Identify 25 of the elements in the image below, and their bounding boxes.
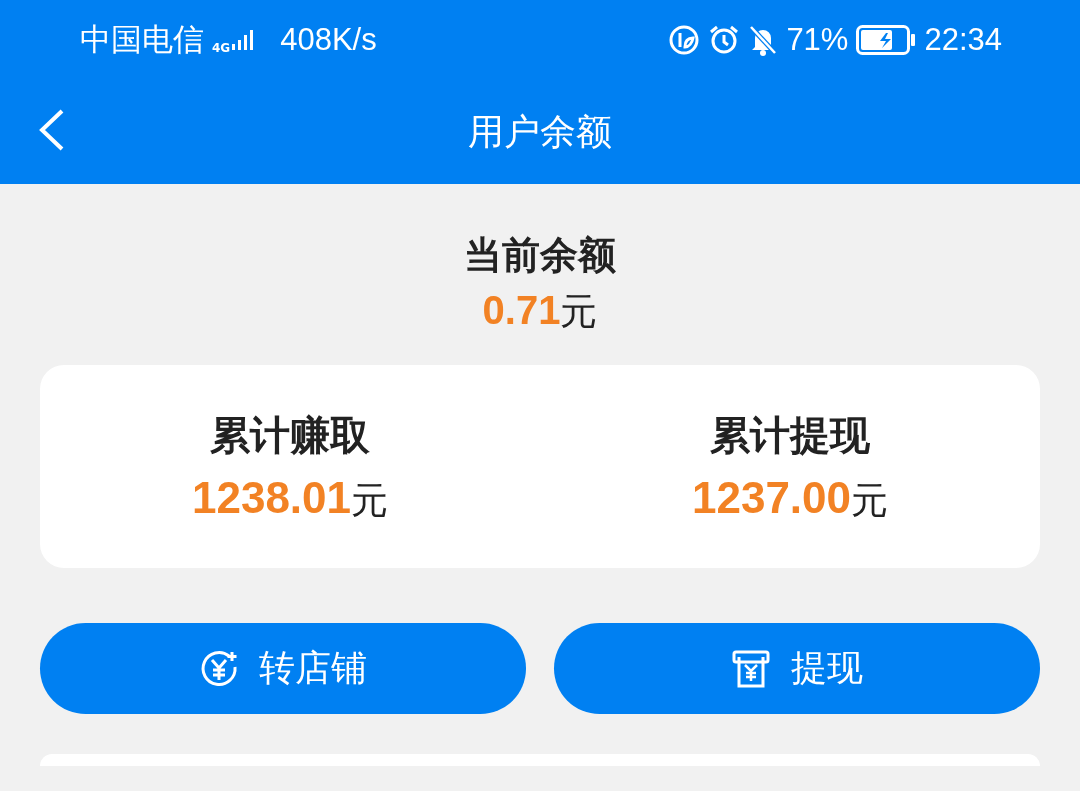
page-title: 用户余额 [468,109,612,154]
back-button[interactable] [38,108,66,152]
transfer-button[interactable]: 转店铺 [40,623,526,714]
stat-label: 累计赚取 [210,410,370,460]
stat-label: 累计提现 [710,410,870,460]
currency-unit: 元 [851,477,889,524]
network-speed: 408K/s [280,22,377,58]
carrier-name: 中国电信 [80,21,204,59]
yuan-coin-icon [199,648,239,689]
currency-unit: 元 [560,289,598,335]
network-type: 4G [212,41,231,55]
alarm-icon [708,24,741,56]
atm-icon [731,648,771,689]
withdraw-button[interactable]: 提现 [554,623,1040,714]
leaf-icon [668,24,701,56]
stat-amount: 1237.00 [691,472,852,523]
battery-icon [856,25,917,55]
stat-amount: 1238.01 [191,472,352,523]
currency-unit: 元 [351,477,389,524]
bell-muted-icon [748,24,779,56]
signal-icon [232,28,255,52]
balance-amount: 0.71 [482,288,561,333]
balance-label: 当前余额 [464,232,616,279]
clock-time: 22:34 [924,22,1002,58]
battery-percent: 71% [786,22,849,58]
